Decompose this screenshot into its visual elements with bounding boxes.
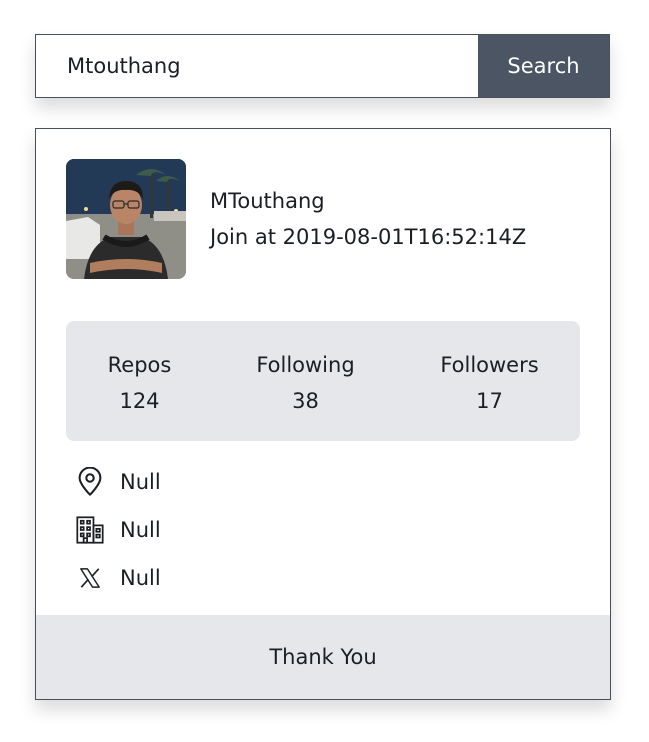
company-text: Null xyxy=(120,518,161,542)
location-text: Null xyxy=(120,470,161,494)
building-icon xyxy=(74,514,106,546)
footer: Thank You xyxy=(36,615,610,699)
stat-repos-label: Repos xyxy=(107,353,172,377)
search-bar: Search xyxy=(35,34,610,98)
stat-repos-value: 124 xyxy=(119,389,160,413)
profile-card: MTouthang Join at 2019-08-01T16:52:14Z R… xyxy=(35,128,611,700)
join-date: Join at 2019-08-01T16:52:14Z xyxy=(210,225,527,249)
detail-company: Null xyxy=(74,506,161,554)
footer-text: Thank You xyxy=(269,645,377,669)
stat-followers-label: Followers xyxy=(440,353,539,377)
details-list: Null Null Null xyxy=(74,458,161,602)
stat-followers-value: 17 xyxy=(476,389,503,413)
map-pin-icon xyxy=(74,466,106,498)
search-button[interactable]: Search xyxy=(478,35,609,97)
profile-text: MTouthang Join at 2019-08-01T16:52:14Z xyxy=(210,183,526,255)
stat-repos: Repos 124 xyxy=(106,347,173,419)
search-input[interactable] xyxy=(36,35,478,97)
twitter-text: Null xyxy=(120,566,161,590)
stat-following-label: Following xyxy=(256,353,355,377)
stat-followers: Followers 17 xyxy=(437,347,542,419)
username: MTouthang xyxy=(210,189,325,213)
profile-header: MTouthang Join at 2019-08-01T16:52:14Z xyxy=(66,159,526,279)
avatar-image xyxy=(66,159,186,279)
stat-following-value: 38 xyxy=(292,389,319,413)
avatar xyxy=(66,159,186,279)
stat-following: Following 38 xyxy=(252,347,359,419)
x-logo-icon xyxy=(74,562,106,594)
detail-twitter: Null xyxy=(74,554,161,602)
stats-panel: Repos 124 Following 38 Followers 17 xyxy=(66,321,580,441)
detail-location: Null xyxy=(74,458,161,506)
